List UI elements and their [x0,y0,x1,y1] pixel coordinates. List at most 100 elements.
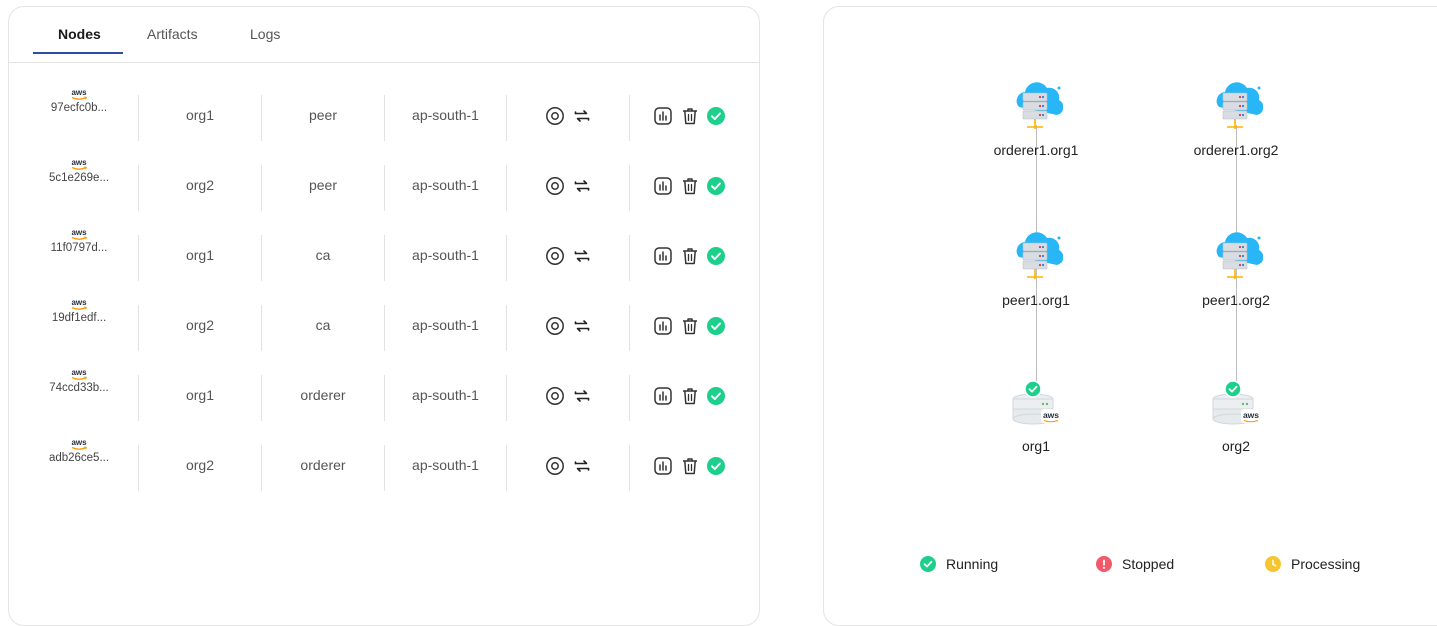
topology-node-peer[interactable]: peer1.org2 [1166,227,1306,308]
svg-text:aws: aws [71,158,87,167]
node-id-cell: aws 11f0797d... [33,227,125,254]
node-label: org1 [1021,438,1051,454]
aws-logo-icon: aws [33,227,125,241]
column-divider [629,375,630,421]
status-check-icon [706,386,726,406]
node-org: org2 [185,457,215,473]
tab-logs[interactable]: Logs [250,26,280,42]
topology-node-org[interactable]: aws org1 [966,380,1106,454]
trash-icon[interactable] [680,246,700,266]
node-id-cell: aws 97ecfc0b... [33,87,125,114]
status-check-icon [706,316,726,336]
legend-stopped-label: Stopped [1122,556,1175,572]
chart-icon[interactable] [653,106,673,126]
sync-icon[interactable] [572,176,592,196]
target-icon[interactable] [545,456,565,476]
svg-text:aws: aws [1243,410,1259,420]
chart-icon[interactable] [653,246,673,266]
node-type: peer [308,177,338,193]
node-id-cell: aws 19df1edf... [33,297,125,324]
org-database-icon: aws [1166,380,1306,436]
node-label: peer1.org1 [1002,292,1070,308]
node-region: ap-south-1 [412,387,479,403]
column-divider [506,235,507,281]
table-row: aws 11f0797d... org1 ca ap-south-1 [9,227,761,283]
tab-nodes[interactable]: Nodes [58,26,101,42]
chart-icon[interactable] [653,316,673,336]
target-icon[interactable] [545,246,565,266]
node-type: ca [315,247,331,263]
topology-node-peer[interactable]: peer1.org1 [966,227,1106,308]
column-divider [629,165,630,211]
svg-text:aws: aws [71,368,87,377]
node-type: ca [315,317,331,333]
chart-icon[interactable] [653,386,673,406]
trash-icon[interactable] [680,456,700,476]
node-label: peer1.org2 [1202,292,1270,308]
node-id: 19df1edf... [51,312,107,324]
node-type: orderer [300,457,346,473]
node-id: 97ecfc0b... [50,102,108,114]
aws-logo-icon: aws [33,437,125,451]
nodes-panel: Nodes Artifacts Logs aws 97ecfc0b... org… [8,6,760,626]
node-label: orderer1.org2 [1193,142,1279,158]
table-row: aws adb26ce5... org2 orderer ap-south-1 [9,437,761,493]
target-icon[interactable] [545,386,565,406]
topology-node-orderer[interactable]: orderer1.org1 [966,77,1106,158]
node-org: org2 [185,317,215,333]
trash-icon[interactable] [680,106,700,126]
node-region: ap-south-1 [412,247,479,263]
status-check-icon [706,176,726,196]
sync-icon[interactable] [572,246,592,266]
topology-node-org[interactable]: aws org2 [1166,380,1306,454]
sync-icon[interactable] [572,386,592,406]
column-divider [506,95,507,141]
stopped-icon [1096,556,1112,572]
svg-text:aws: aws [71,88,87,97]
legend-processing: Processing [1265,556,1360,572]
sync-icon[interactable] [572,106,592,126]
cloud-server-icon [966,227,1106,290]
column-divider [629,235,630,281]
node-org: org1 [185,247,215,263]
sync-icon[interactable] [572,316,592,336]
status-check-icon [706,106,726,126]
column-divider [506,305,507,351]
sync-icon[interactable] [572,456,592,476]
aws-logo-icon: aws [33,367,125,381]
column-divider [629,95,630,141]
table-row: aws 97ecfc0b... org1 peer ap-south-1 [9,87,761,143]
target-icon[interactable] [545,106,565,126]
svg-text:aws: aws [71,438,87,447]
node-org: org2 [185,177,215,193]
node-id-cell: aws 5c1e269e... [33,157,125,184]
aws-logo-icon: aws [33,157,125,171]
status-check-icon [706,246,726,266]
node-label: org2 [1221,438,1251,454]
column-divider [506,375,507,421]
target-icon[interactable] [545,316,565,336]
trash-icon[interactable] [680,176,700,196]
tab-artifacts[interactable]: Artifacts [147,26,198,42]
active-tab-indicator [33,52,123,54]
aws-logo-icon: aws [33,87,125,101]
chart-icon[interactable] [653,176,673,196]
legend-running-label: Running [946,556,999,572]
cloud-server-icon [1166,227,1306,290]
node-region: ap-south-1 [412,107,479,123]
trash-icon[interactable] [680,386,700,406]
node-type: peer [308,107,338,123]
node-id: 5c1e269e... [48,172,110,184]
chart-icon[interactable] [653,456,673,476]
trash-icon[interactable] [680,316,700,336]
column-divider [506,445,507,491]
node-id: 74ccd33b... [49,382,109,394]
target-icon[interactable] [545,176,565,196]
table-row: aws 5c1e269e... org2 peer ap-south-1 [9,157,761,213]
node-id-cell: aws 74ccd33b... [33,367,125,394]
topology-node-orderer[interactable]: orderer1.org2 [1166,77,1306,158]
org-database-icon: aws [966,380,1106,436]
node-region: ap-south-1 [412,457,479,473]
topology-panel: orderer1.org1 peer1.org1 aws org1 ordere… [823,6,1437,626]
legend-stopped: Stopped [1096,556,1174,572]
